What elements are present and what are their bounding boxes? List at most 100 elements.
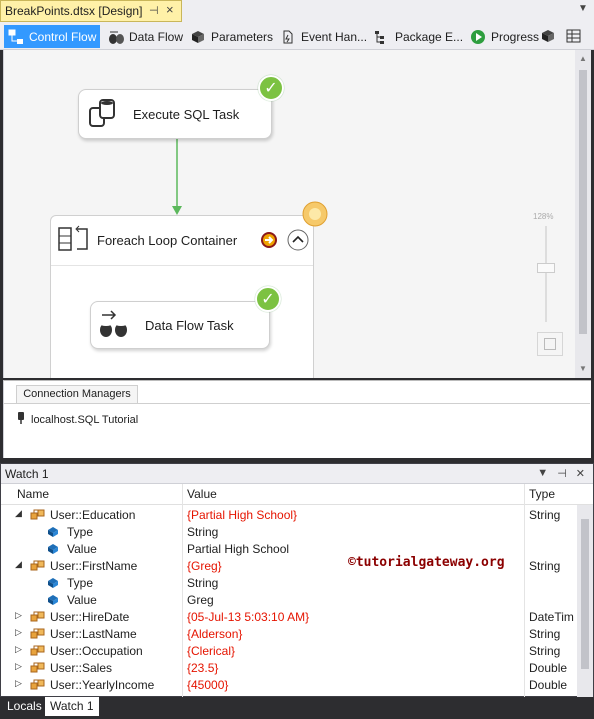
watch-type: DateTim <box>529 610 574 624</box>
column-type[interactable]: Type <box>529 487 555 501</box>
watch-type: Double <box>529 678 568 692</box>
watch-value[interactable]: String <box>187 576 218 590</box>
tab-label: Watch 1 <box>50 699 94 713</box>
scroll-up-icon[interactable]: ▲ <box>579 54 587 63</box>
tab-label: Data Flow <box>129 29 184 44</box>
package-icon[interactable] <box>540 28 556 47</box>
watch-property-row[interactable]: Type String <box>1 575 575 592</box>
tab-connection-managers[interactable]: Connection Managers <box>16 385 138 403</box>
watermark: ©tutorialgateway.org <box>348 555 505 570</box>
variable-icon <box>30 679 46 695</box>
task-label: Execute SQL Task <box>133 106 240 122</box>
scrollbar-thumb[interactable] <box>581 519 589 669</box>
container-label: Foreach Loop Container <box>97 233 238 248</box>
collapsed-icon[interactable]: ▷ <box>15 610 22 621</box>
watch-type: String <box>529 627 561 641</box>
watch-column-header: Name Value Type <box>1 484 593 505</box>
breakpoint-arrow-icon <box>260 231 278 252</box>
tab-watch-1[interactable]: Watch 1 <box>45 697 99 716</box>
tab-dropdown-icon[interactable]: ▼ <box>578 3 588 14</box>
watch-property-row[interactable]: Type String <box>1 524 575 541</box>
watch-title: Watch 1 <box>5 466 49 481</box>
divider <box>4 403 590 404</box>
collapsed-icon[interactable]: ▷ <box>15 661 22 672</box>
collapsed-icon[interactable]: ▷ <box>15 627 22 638</box>
watch-variable-row[interactable]: ▷ User::Sales {23.5} Double <box>1 660 575 677</box>
close-icon[interactable]: ✕ <box>576 467 585 480</box>
watch-value[interactable]: {Alderson} <box>187 627 242 641</box>
watch-value[interactable]: {05-Jul-13 5:03:10 AM} <box>187 610 309 624</box>
container-header: Foreach Loop Container <box>51 216 313 266</box>
connection-manager-item[interactable]: localhost.SQL Tutorial <box>16 411 138 428</box>
connection-icon <box>16 411 26 428</box>
watch-vertical-scrollbar[interactable] <box>577 505 593 697</box>
execute-sql-task[interactable]: Execute SQL Task <box>78 89 272 139</box>
watch-value[interactable]: {Partial High School} <box>187 508 297 522</box>
tab-event-handlers[interactable]: Event Han... <box>276 25 371 48</box>
variable-icon <box>30 628 46 644</box>
watch-name: User::HireDate <box>50 610 130 624</box>
watch-variable-row[interactable]: ▷ User::YearlyIncome {45000} Double <box>1 677 575 694</box>
bottom-tab-strip: Locals Watch 1 <box>0 697 594 719</box>
package-explorer-icon <box>374 29 390 45</box>
dropdown-icon[interactable]: ▼ <box>537 467 548 480</box>
watch-value[interactable]: Greg <box>187 593 214 607</box>
close-icon[interactable]: × <box>166 2 174 17</box>
watch-type: String <box>529 508 561 522</box>
scrollbar-thumb[interactable] <box>579 70 587 334</box>
watch-name: Value <box>67 542 97 556</box>
tab-package-explorer[interactable]: Package E... <box>370 25 467 48</box>
column-value[interactable]: Value <box>187 487 217 501</box>
watch-name: User::Education <box>50 508 136 522</box>
data-flow-icon <box>108 29 124 45</box>
watch-name: Type <box>67 525 94 539</box>
grid-view-icon[interactable] <box>566 28 582 47</box>
watch-variable-row[interactable]: ▷ User::LastName {Alderson} String <box>1 626 575 643</box>
tab-locals[interactable]: Locals <box>2 697 47 716</box>
document-tab-title: BreakPoints.dtsx [Design] <box>5 4 143 18</box>
watch-variable-row[interactable]: ▷ User::HireDate {05-Jul-13 5:03:10 AM} Dat… <box>1 609 575 626</box>
tab-parameters[interactable]: Parameters <box>186 25 277 48</box>
watch-value[interactable]: Partial High School <box>187 542 289 556</box>
watch-value[interactable]: String <box>187 525 218 539</box>
expanded-icon[interactable]: ◢ <box>15 508 22 519</box>
tab-control-flow[interactable]: Control Flow <box>4 25 101 48</box>
column-name[interactable]: Name <box>17 487 49 501</box>
property-icon <box>47 577 59 592</box>
pin-icon[interactable]: ⊣ <box>149 4 159 17</box>
tab-label: Locals <box>7 699 42 713</box>
property-icon <box>47 594 59 609</box>
tab-progress[interactable]: Progress <box>466 25 543 48</box>
watch-variable-row[interactable]: ◢ User::Education {Partial High School} Str… <box>1 507 575 524</box>
zoom-to-fit-button[interactable] <box>537 332 563 356</box>
zoom-slider[interactable] <box>545 226 547 322</box>
document-tab[interactable]: BreakPoints.dtsx [Design] ⊣ × <box>0 0 182 22</box>
watch-name: User::FirstName <box>50 559 138 573</box>
watch-type: String <box>529 644 561 658</box>
watch-value[interactable]: {Greg} <box>187 559 222 573</box>
expanded-icon[interactable]: ◢ <box>15 559 22 570</box>
tab-data-flow[interactable]: Data Flow <box>104 25 187 48</box>
collapsed-icon[interactable]: ▷ <box>15 678 22 689</box>
zoom-slider-thumb[interactable] <box>537 263 555 273</box>
watch-property-row[interactable]: Value Greg <box>1 592 575 609</box>
watch-value[interactable]: {45000} <box>187 678 228 692</box>
watch-value[interactable]: {23.5} <box>187 661 218 675</box>
task-label: Data Flow Task <box>145 317 234 333</box>
collapse-icon[interactable] <box>287 229 309 254</box>
watch-variable-row[interactable]: ▷ User::Occupation {Clerical} String <box>1 643 575 660</box>
scroll-down-icon[interactable]: ▼ <box>579 364 587 373</box>
watch-value[interactable]: {Clerical} <box>187 644 235 658</box>
pin-icon[interactable]: ⊣ <box>557 467 567 480</box>
watch-type: String <box>529 559 561 573</box>
data-flow-task[interactable]: Data Flow Task <box>90 301 270 349</box>
collapsed-icon[interactable]: ▷ <box>15 644 22 655</box>
watch-title-bar: Watch 1 ▼ ⊣ ✕ <box>1 464 593 484</box>
canvas-vertical-scrollbar[interactable]: ▲ ▼ <box>575 50 591 378</box>
watch-name: User::Sales <box>50 661 113 675</box>
property-icon <box>47 543 59 558</box>
designer-toolbar: Control Flow Data Flow Parameters Event … <box>0 22 594 50</box>
tab-label: Package E... <box>395 29 464 44</box>
control-flow-canvas[interactable]: Execute SQL Task ✓ Foreach Loop Containe… <box>3 50 575 378</box>
progress-icon <box>470 29 486 45</box>
